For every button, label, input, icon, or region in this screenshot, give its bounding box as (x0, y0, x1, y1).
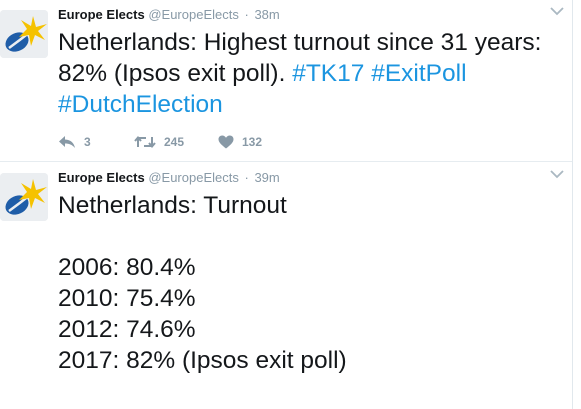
avatar[interactable] (0, 10, 48, 58)
heart-icon (218, 135, 234, 149)
username[interactable]: @EuropeElects (148, 7, 239, 22)
timestamp[interactable]: 38m (254, 7, 279, 22)
display-name[interactable]: Europe Elects (58, 170, 145, 185)
hashtag-link[interactable]: #ExitPoll (371, 60, 466, 87)
tweet-header: Europe Elects @EuropeElects · 38m (58, 7, 280, 23)
timestamp[interactable]: 39m (254, 170, 279, 185)
tweet-text: Netherlands: Turnout 2006: 80.4% 2010: 7… (58, 192, 347, 374)
column-border (572, 0, 573, 409)
hashtag-link[interactable]: #TK17 (292, 60, 364, 87)
timeline: Europe Elects @EuropeElects · 38m Nether… (0, 0, 581, 409)
like-count: 132 (242, 135, 263, 149)
avatar[interactable] (0, 173, 48, 221)
display-name[interactable]: Europe Elects (58, 7, 145, 22)
reply-count: 3 (84, 135, 91, 149)
like-button[interactable]: 132 (218, 135, 278, 149)
tweet-divider (0, 161, 572, 162)
retweet-button[interactable]: 245 (134, 135, 218, 149)
chevron-down-icon[interactable] (550, 169, 564, 179)
hashtag-link[interactable]: #DutchElection (58, 91, 223, 118)
chevron-down-icon[interactable] (550, 6, 564, 16)
tweet-header: Europe Elects @EuropeElects · 39m (58, 170, 280, 186)
tweet-text: Netherlands: Highest turnout since 31 ye… (58, 27, 558, 120)
retweet-count: 245 (164, 135, 185, 149)
tweet[interactable]: Europe Elects @EuropeElects · 38m Nether… (0, 0, 572, 162)
europe-elects-logo-icon (0, 10, 48, 58)
reply-icon (59, 136, 75, 148)
reply-button[interactable]: 3 (58, 135, 134, 149)
tweet[interactable]: Europe Elects @EuropeElects · 39m Nether… (0, 163, 572, 409)
separator: · (244, 170, 249, 185)
retweet-icon (134, 135, 156, 149)
europe-elects-logo-icon (0, 173, 48, 221)
separator: · (244, 7, 249, 22)
tweet-actions: 3 245 132 (58, 134, 278, 150)
username[interactable]: @EuropeElects (148, 170, 239, 185)
